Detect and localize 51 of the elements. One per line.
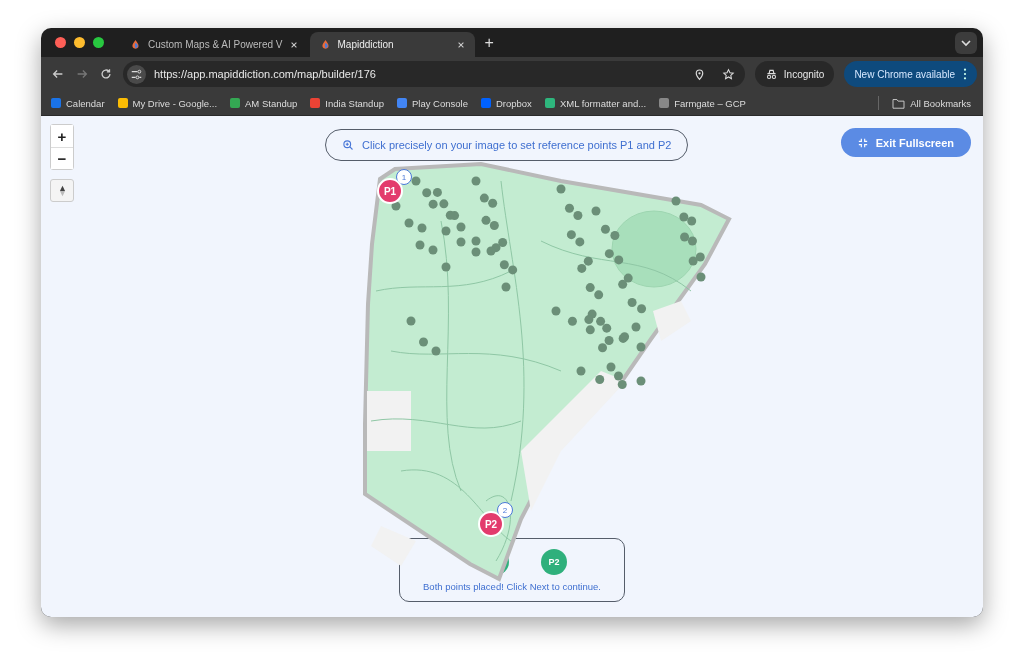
bookmark-link[interactable]: XML formatter and... (544, 97, 647, 109)
bookmark-icon (659, 98, 670, 108)
zoom-out-button[interactable]: − (51, 147, 73, 169)
tab-title: Mapiddiction (337, 39, 395, 50)
bookmark-link[interactable]: India Standup (310, 97, 384, 109)
close-icon[interactable] (289, 40, 298, 49)
browser-tab[interactable]: Mapiddiction (309, 32, 475, 57)
bookmark-link[interactable]: AM Standup (230, 97, 298, 109)
status-message: Both points placed! Click Next to continue. (423, 581, 601, 592)
zoom-window-icon[interactable] (93, 37, 104, 48)
north-arrow-icon (58, 184, 66, 197)
address-bar[interactable]: https://app.mapiddiction.com/map/builder/176 (123, 61, 745, 87)
site-settings-icon[interactable] (127, 64, 146, 84)
bookmark-icon (310, 98, 321, 108)
close-window-icon[interactable] (55, 37, 66, 48)
bookmark-icon (544, 98, 555, 108)
compass-button[interactable] (50, 179, 74, 202)
tab-title: Custom Maps & AI Powered V (148, 39, 283, 50)
minimize-window-icon[interactable] (74, 37, 85, 48)
bookmark-link[interactable]: Play Console (396, 97, 468, 109)
more-icon (963, 68, 967, 80)
map-canvas[interactable]: + − Click precisely on your image to set reference points P1 and P2 Exit Fullscreen P2 Both points placed! Click Next to continue. P1 1 P2 2 (41, 116, 983, 617)
bookmark-icon (117, 98, 128, 108)
close-icon[interactable] (456, 40, 465, 49)
droplet-logo-icon (319, 39, 331, 50)
instruction-text: Click precisely on your image to set reference points P1 and P2 (362, 139, 672, 151)
bookmark-link[interactable]: Dropbox (480, 97, 532, 109)
new-tab-button[interactable]: + (484, 33, 494, 52)
update-button[interactable]: New Chrome available (844, 61, 977, 87)
folder-icon (892, 97, 906, 109)
incognito-chip[interactable]: Incognito (754, 61, 835, 87)
zoom-in-icon (342, 139, 354, 151)
bookmark-link[interactable]: Farmgate – GCP (659, 97, 746, 109)
bookmark-icon (396, 98, 407, 108)
star-icon[interactable] (721, 67, 735, 81)
bookmark-link[interactable]: My Drive - Google... (117, 97, 218, 109)
droplet-logo-icon (130, 39, 141, 50)
collapse-icon (857, 137, 868, 148)
back-arrow-icon[interactable] (51, 67, 65, 81)
point-badge: P2 (541, 549, 567, 575)
incognito-icon (764, 67, 778, 81)
bookmark-link[interactable]: Calendar (51, 97, 105, 109)
browser-tab[interactable]: Custom Maps & AI Powered V (120, 32, 308, 57)
address-text: https://app.mapiddiction.com/map/builder/176 (154, 68, 377, 80)
reload-icon[interactable] (99, 67, 113, 81)
incognito-label: Incognito (783, 68, 825, 80)
bookmark-icon (230, 98, 241, 108)
all-bookmarks-link[interactable]: All Bookmarks (892, 97, 971, 109)
bookmark-icon (480, 98, 491, 108)
bookmark-icon (51, 98, 61, 108)
chevron-down-icon[interactable] (955, 31, 977, 54)
